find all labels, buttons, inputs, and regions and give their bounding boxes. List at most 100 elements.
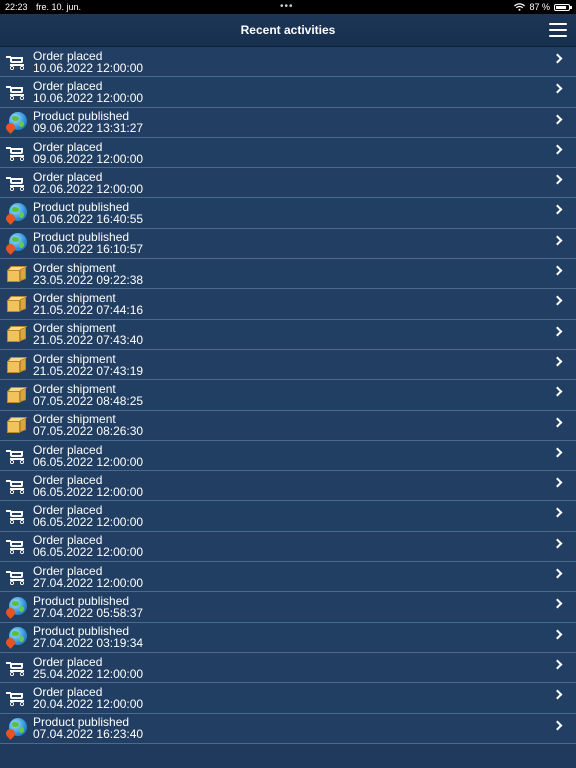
activity-text: Order shipment 07.05.2022 08:26:30 (33, 413, 576, 437)
globe-icon (4, 202, 28, 225)
activity-title: Order placed (33, 472, 103, 487)
activity-text: Order shipment 23.05.2022 09:22:38 (33, 262, 576, 286)
activity-row[interactable]: Order placed 06.05.2022 12:00:00 (0, 440, 576, 472)
activity-text: Order placed 10.06.2022 12:00:00 (33, 50, 576, 74)
activity-datetime: 21.05.2022 07:44:16 (33, 303, 144, 318)
activity-list: Order placed 10.06.2022 12:00:00 Order pla… (0, 47, 576, 744)
globe-icon (4, 111, 28, 135)
activity-row[interactable]: Product published 07.04.2022 16:23:40 (0, 713, 576, 744)
activity-datetime: 02.06.2022 12:00:00 (33, 181, 144, 196)
activity-text: Product published 07.04.2022 16:23:40 (33, 716, 576, 740)
battery-percent: 87 % (529, 2, 550, 12)
activity-row[interactable]: Product published 27.04.2022 03:19:34 (0, 622, 576, 653)
activity-row[interactable]: Product published 27.04.2022 05:58:37 (0, 592, 576, 623)
package-box-icon (4, 323, 28, 345)
activity-datetime: 10.06.2022 12:00:00 (33, 60, 144, 75)
activity-datetime: 23.05.2022 09:22:38 (33, 272, 144, 287)
activity-text: Order placed 06.05.2022 12:00:00 (33, 474, 576, 498)
globe-icon (4, 717, 28, 741)
activity-title: Order placed (33, 139, 103, 154)
activity-text: Order shipment 21.05.2022 07:44:16 (33, 292, 576, 316)
nav-bar: Recent activities (0, 14, 576, 47)
activity-datetime: 27.04.2022 05:58:37 (33, 605, 144, 620)
activity-datetime: 07.05.2022 08:26:30 (33, 424, 144, 439)
multitasking-dots-icon[interactable]: ••• (280, 0, 294, 14)
shopping-cart-icon (4, 142, 28, 164)
activity-datetime: 27.04.2022 12:00:00 (33, 575, 144, 590)
activity-row[interactable]: Order shipment 23.05.2022 09:22:38 (0, 259, 576, 290)
activity-text: Product published 27.04.2022 05:58:37 (33, 595, 576, 619)
activity-text: Order placed 09.06.2022 12:00:00 (33, 141, 576, 165)
shopping-cart-icon (4, 657, 28, 679)
globe-icon (4, 232, 28, 256)
activity-text: Order placed 02.06.2022 12:00:00 (33, 171, 576, 195)
package-box-icon (4, 293, 28, 315)
activity-title: Order placed (33, 48, 103, 63)
activity-row[interactable]: Order placed 20.04.2022 12:00:00 (0, 683, 576, 714)
activity-datetime: 07.04.2022 16:23:40 (33, 727, 144, 742)
activity-datetime: 06.05.2022 12:00:00 (33, 484, 144, 499)
package-box-icon (4, 263, 28, 285)
activity-row[interactable]: Order placed 10.06.2022 12:00:00 (0, 47, 576, 78)
activity-datetime: 27.04.2022 03:19:34 (33, 636, 144, 651)
activity-row[interactable]: Order placed 25.04.2022 12:00:00 (0, 652, 576, 684)
activity-text: Order placed 25.04.2022 12:00:00 (33, 656, 576, 680)
activity-text: Product published 09.06.2022 13:31:27 (33, 110, 576, 134)
shopping-cart-icon (4, 535, 28, 557)
shopping-cart-icon (4, 505, 28, 527)
status-time: 22:23 (5, 2, 28, 12)
activity-row[interactable]: Order placed 10.06.2022 12:00:00 (0, 77, 576, 108)
shopping-cart-icon (4, 566, 28, 588)
activity-title: Order placed (33, 442, 103, 457)
shopping-cart-icon (4, 81, 28, 103)
activity-text: Order placed 06.05.2022 12:00:00 (33, 444, 576, 468)
shopping-cart-icon (4, 445, 28, 467)
activity-text: Product published 27.04.2022 03:19:34 (33, 625, 576, 649)
page-title: Recent activities (240, 23, 336, 37)
activity-datetime: 07.05.2022 08:48:25 (33, 393, 144, 408)
activity-datetime: 01.06.2022 16:40:55 (33, 212, 144, 227)
activity-row[interactable]: Product published 01.06.2022 16:10:57 (0, 228, 576, 260)
shopping-cart-icon (4, 475, 28, 497)
hamburger-menu-icon[interactable] (549, 23, 567, 37)
activity-text: Order placed 06.05.2022 12:00:00 (33, 534, 576, 558)
activity-text: Order shipment 07.05.2022 08:48:25 (33, 383, 576, 407)
activity-row[interactable]: Order placed 02.06.2022 12:00:00 (0, 168, 576, 199)
status-right: 87 % (514, 0, 572, 14)
activity-datetime: 20.04.2022 12:00:00 (33, 696, 144, 711)
activity-row[interactable]: Order placed 06.05.2022 12:00:00 (0, 501, 576, 532)
globe-icon (4, 596, 28, 619)
activity-row[interactable]: Order shipment 21.05.2022 07:44:16 (0, 289, 576, 320)
activity-row[interactable]: Order placed 06.05.2022 12:00:00 (0, 471, 576, 502)
activity-datetime: 01.06.2022 16:10:57 (33, 242, 144, 257)
activity-text: Order shipment 21.05.2022 07:43:19 (33, 353, 576, 377)
activity-row[interactable]: Order shipment 07.05.2022 08:48:25 (0, 380, 576, 411)
activity-row[interactable]: Order shipment 21.05.2022 07:43:19 (0, 349, 576, 381)
activity-row[interactable]: Product published 01.06.2022 16:40:55 (0, 198, 576, 229)
activity-text: Order placed 10.06.2022 12:00:00 (33, 80, 576, 104)
shopping-cart-icon (4, 687, 28, 709)
status-bar: 22:23 fre. 10. jun. ••• 87 % (0, 0, 576, 14)
activity-row[interactable]: Order shipment 21.05.2022 07:43:40 (0, 319, 576, 350)
activity-datetime: 06.05.2022 12:00:00 (33, 545, 144, 560)
wifi-icon (514, 3, 526, 11)
package-box-icon (4, 384, 28, 406)
activity-row[interactable]: Order shipment 07.05.2022 08:26:30 (0, 410, 576, 441)
activity-datetime: 25.04.2022 12:00:00 (33, 666, 144, 681)
activity-row[interactable]: Order placed 27.04.2022 12:00:00 (0, 562, 576, 593)
activity-datetime: 21.05.2022 07:43:19 (33, 363, 144, 378)
activity-title: Order placed (33, 563, 103, 578)
activity-title: Order shipment (33, 351, 116, 366)
activity-row[interactable]: Order placed 09.06.2022 12:00:00 (0, 137, 576, 169)
activity-text: Order placed 06.05.2022 12:00:00 (33, 504, 576, 528)
activity-text: Product published 01.06.2022 16:10:57 (33, 231, 576, 255)
activity-text: Order placed 27.04.2022 12:00:00 (33, 565, 576, 589)
activity-row[interactable]: Product published 09.06.2022 13:31:27 (0, 107, 576, 138)
package-box-icon (4, 354, 28, 376)
activity-row[interactable]: Order placed 06.05.2022 12:00:00 (0, 531, 576, 563)
package-box-icon (4, 414, 28, 436)
battery-icon (554, 3, 572, 11)
activity-datetime: 06.05.2022 12:00:00 (33, 515, 144, 530)
shopping-cart-icon (4, 51, 28, 73)
activity-title: Order placed (33, 654, 103, 669)
